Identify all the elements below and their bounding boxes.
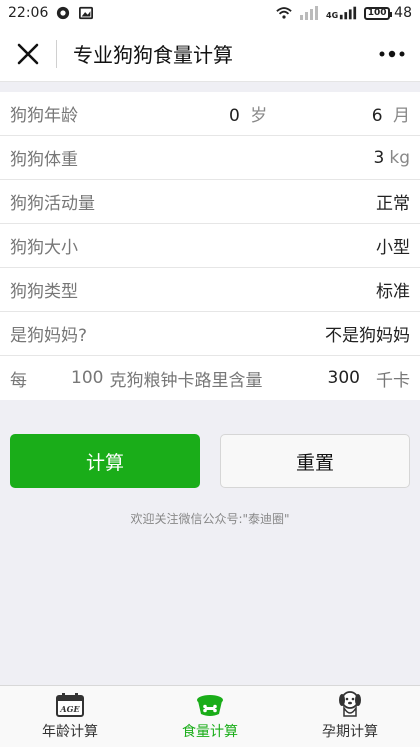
tab-age-label: 年龄计算: [42, 724, 98, 740]
calorie-unit: 千卡: [376, 370, 410, 391]
signal-weak-icon: [300, 6, 319, 20]
more-button[interactable]: [364, 26, 420, 82]
weight-unit: kg: [389, 147, 410, 168]
size-label: 狗狗大小: [10, 238, 78, 258]
weight-label: 狗狗体重: [10, 150, 78, 170]
tab-food-label: 食量计算: [182, 724, 238, 740]
type-row[interactable]: 狗狗类型 标准: [0, 268, 420, 312]
battery-indicator: 100 48: [364, 5, 412, 21]
page-title: 专业狗狗食量计算: [73, 43, 233, 67]
svg-text:AGE: AGE: [59, 704, 80, 714]
battery-icon: 100: [364, 6, 393, 20]
age-years-unit: 岁: [250, 106, 268, 126]
tab-pregnancy-calc[interactable]: 孕期计算: [280, 686, 420, 747]
activity-picker-value[interactable]: 正常: [376, 189, 410, 214]
food-calc-form: 狗狗年龄 0 岁 6 月 狗狗体重 3 kg 狗狗活动量 正常 狗狗大小 小型 …: [0, 92, 420, 400]
calorie-prefix: 每: [10, 370, 27, 391]
calorie-grams: 100: [71, 368, 104, 388]
close-icon: [17, 43, 39, 64]
size-row[interactable]: 狗狗大小 小型: [0, 224, 420, 268]
status-bar: 22:06 4G 100 48: [0, 0, 420, 26]
close-button[interactable]: [0, 26, 56, 82]
age-months-unit: 月: [393, 106, 410, 126]
mother-row[interactable]: 是狗妈妈? 不是狗妈妈: [0, 312, 420, 356]
activity-row[interactable]: 狗狗活动量 正常: [0, 180, 420, 224]
battery-percent: 48: [394, 5, 412, 21]
age-years-value: 0: [229, 106, 240, 126]
more-icon: [379, 50, 405, 57]
size-picker-value[interactable]: 小型: [376, 233, 410, 258]
calculate-button[interactable]: 计算: [10, 434, 200, 488]
calendar-age-icon: AGE: [56, 693, 84, 717]
status-time: 22:06: [8, 5, 49, 21]
age-months-value: 6: [371, 106, 383, 126]
weight-row[interactable]: 狗狗体重 3 kg: [0, 136, 420, 180]
dog-bowl-icon: [197, 695, 223, 716]
wifi-icon: [276, 7, 292, 19]
image-notification-icon: [79, 6, 94, 20]
age-months-picker[interactable]: 6 月: [372, 101, 410, 126]
weight-input[interactable]: 3: [374, 148, 385, 168]
network-type: 4G: [326, 11, 339, 20]
signal-strong-icon: [340, 6, 357, 20]
age-row[interactable]: 狗狗年龄 0 岁 6 月: [0, 92, 420, 136]
activity-label: 狗狗活动量: [10, 194, 95, 214]
tab-bar: AGE 年龄计算 食量计算 孕期计算: [0, 685, 420, 747]
action-buttons: 计算 重置: [0, 434, 420, 488]
calorie-row: 每 100 克狗粮钟卡路里含量 300 千卡: [0, 356, 420, 400]
mother-picker-value[interactable]: 不是狗妈妈: [325, 321, 410, 346]
footer-note: 欢迎关注微信公众号:"泰迪圈": [130, 512, 290, 526]
calorie-description: 克狗粮钟卡路里含量: [109, 370, 263, 391]
puppy-icon: [339, 691, 361, 717]
mother-label: 是狗妈妈?: [10, 326, 88, 346]
wechat-notification-icon: [57, 6, 70, 20]
tab-age-calc[interactable]: AGE 年龄计算: [0, 686, 140, 747]
reset-button[interactable]: 重置: [220, 434, 410, 488]
type-picker-value[interactable]: 标准: [376, 277, 410, 302]
age-label: 狗狗年龄: [10, 106, 78, 126]
calorie-input[interactable]: 300: [328, 368, 360, 388]
nav-bar: 专业狗狗食量计算: [0, 26, 420, 82]
age-years-picker[interactable]: 0 岁: [229, 101, 267, 126]
tab-pregnancy-label: 孕期计算: [322, 724, 378, 740]
type-label: 狗狗类型: [10, 282, 78, 302]
tab-food-calc[interactable]: 食量计算: [140, 686, 280, 747]
